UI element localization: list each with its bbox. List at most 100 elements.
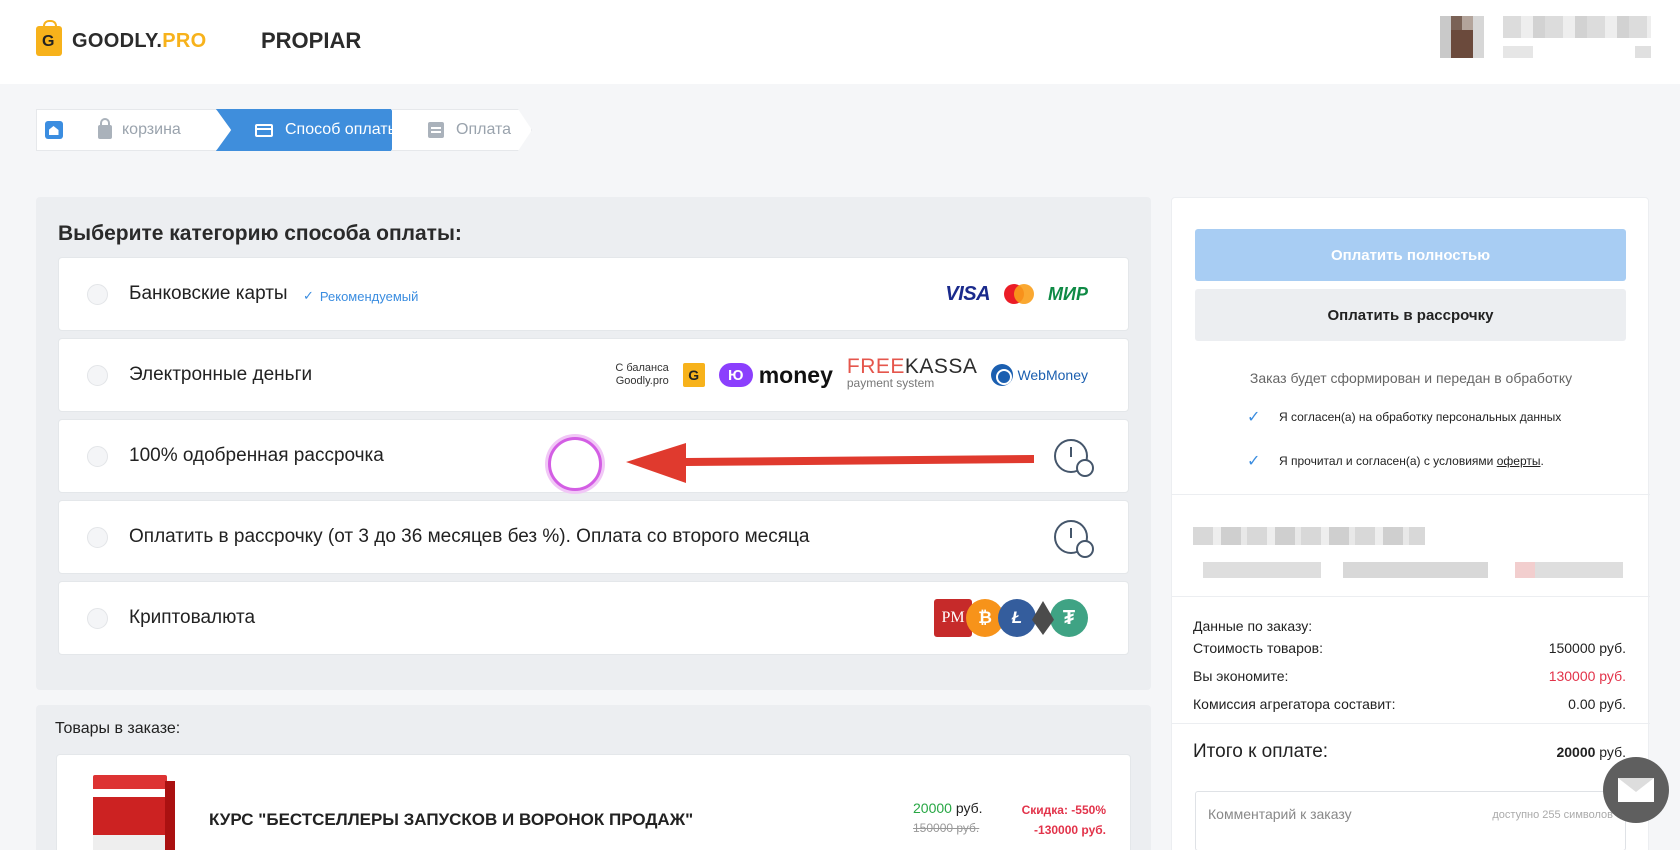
freekassa-subtitle: payment system <box>846 376 935 390</box>
product-card: КУРС "БЕСТСЕЛЛЕРЫ ЗАПУСКОВ И ВОРОНОК ПРО… <box>56 754 1131 850</box>
radio-installment-36[interactable] <box>87 527 108 548</box>
yoomoney-logo: Юmoney <box>718 362 833 389</box>
agree-offer-suffix: . <box>1540 454 1544 468</box>
total-row: Итого к оплате: 20000 руб. <box>1193 741 1626 763</box>
agree-offer-prefix: Я прочитал и согласен(а) с условиями <box>1279 454 1497 468</box>
option-label: Оплатить в рассрочку (от 3 до 36 месяцев… <box>129 526 810 547</box>
order-comment-field[interactable]: Комментарий к заказу доступно 255 символ… <box>1195 791 1626 850</box>
brand-name: PROPIAR <box>261 28 362 53</box>
total-amount: 20000 <box>1556 744 1596 760</box>
order-note: Заказ будет сформирован и передан в обра… <box>1249 370 1573 386</box>
checkout-breadcrumb: корзина Способ оплаты Оплата <box>36 109 532 151</box>
yoo-mark: Ю <box>718 363 753 387</box>
product-price-value: 20000 <box>913 800 952 816</box>
option-label: 100% одобренная рассрочка <box>129 445 384 466</box>
user-avatar[interactable] <box>1440 16 1484 58</box>
crypto-logos: PM ₿ Ł ₮ <box>934 582 1088 654</box>
total-value: 20000 руб. <box>1556 744 1626 760</box>
breadcrumb-payment[interactable]: Оплата <box>392 109 532 151</box>
click-indicator-circle <box>548 437 602 491</box>
payment-option-bank-cards[interactable]: Банковские карты ✓ Рекомендуемый VISA МИР <box>58 257 1129 331</box>
total-label: Итого к оплате: <box>1193 741 1329 762</box>
checkbox-check-icon[interactable]: ✓ <box>1247 451 1261 471</box>
radio-crypto[interactable] <box>87 608 108 629</box>
invoice-icon <box>428 122 444 138</box>
mir-logo: МИР <box>1048 283 1088 304</box>
product-price-currency: руб. <box>951 800 983 816</box>
savings-amount: 130000 <box>1548 668 1596 684</box>
user-subtitle-blurred <box>1503 46 1651 58</box>
pay-full-button[interactable]: Оплатить полностью <box>1195 229 1626 281</box>
agree-personal-label: Я согласен(а) на обработку персональных … <box>1279 410 1562 424</box>
comment-placeholder: Комментарий к заказу <box>1208 806 1352 822</box>
cart-bag-icon <box>98 118 112 139</box>
products-title: Товары в заказе: <box>55 720 181 737</box>
customer-name-blurred <box>1193 527 1425 545</box>
offer-link[interactable]: оферты <box>1497 454 1541 468</box>
payment-option-crypto[interactable]: Криптовалюта PM ₿ Ł ₮ <box>58 581 1129 655</box>
user-name-blurred[interactable] <box>1503 16 1651 38</box>
mail-icon <box>1618 778 1654 802</box>
commission-value: 0.00 руб. <box>1568 696 1626 712</box>
option-label: Электронные деньги <box>129 364 313 385</box>
commission-row: Комиссия агрегатора составит: 0.00 руб. <box>1193 696 1626 712</box>
webmoney-text: WebMoney <box>1017 367 1088 383</box>
logo-bag-icon: G <box>36 20 62 56</box>
logo-text: GOODLY.PRO <box>72 30 207 53</box>
e-money-logos: С баланса Goodly.pro G Юmoney FREEKASSA pa… <box>615 339 1088 411</box>
radio-approved-installment[interactable] <box>87 446 108 467</box>
home-icon <box>44 121 63 139</box>
breadcrumb-payment-method-label: Способ оплаты <box>285 121 400 138</box>
freekassa-logo: FREEKASSA payment system <box>846 356 978 391</box>
mastercard-logo <box>1004 284 1035 304</box>
goodly-g-icon: G <box>682 363 705 387</box>
product-old-price: 150000 руб. <box>913 821 980 835</box>
goods-cost-value: 150000 руб. <box>1548 640 1626 656</box>
breadcrumb-cart-label: корзина <box>122 121 181 138</box>
pay-installments-button[interactable]: Оплатить в рассрочку <box>1195 289 1626 341</box>
webmoney-logo: WebMoney <box>991 364 1088 386</box>
logo-main: GOODLY. <box>72 29 163 52</box>
goodly-balance-text: С баланса Goodly.pro <box>615 362 668 388</box>
breadcrumb-payment-method[interactable]: Способ оплаты <box>216 109 406 151</box>
discount-percent: Скидка: -550% <box>1021 803 1106 817</box>
payment-option-installment-36[interactable]: Оплатить в рассрочку (от 3 до 36 месяцев… <box>58 500 1129 574</box>
option-label: Банковские карты <box>129 283 288 304</box>
goods-cost-row: Стоимость товаров: 150000 руб. <box>1193 640 1626 656</box>
agree-personal-data[interactable]: ✓ Я согласен(а) на обработку персональны… <box>1247 407 1561 427</box>
installment-logos <box>1054 420 1094 492</box>
customer-contacts-blurred <box>1203 562 1623 578</box>
savings-label: Вы экономите: <box>1193 668 1289 684</box>
divider <box>1172 596 1650 597</box>
agree-offer-label: Я прочитал и согласен(а) с условиями офе… <box>1279 454 1544 468</box>
goodly-logo[interactable]: G GOODLY.PRO <box>36 20 207 56</box>
checkbox-check-icon[interactable]: ✓ <box>1247 407 1261 427</box>
wallet-icon <box>255 123 273 137</box>
savings-currency: руб. <box>1595 668 1626 684</box>
discount-amount: -130000 руб. <box>1034 823 1106 837</box>
breadcrumb-cart[interactable]: корзина <box>70 109 230 151</box>
total-currency: руб. <box>1595 744 1626 760</box>
order-products-panel: Товары в заказе: КУРС "БЕСТСЕЛЛЕРЫ ЗАПУС… <box>36 705 1151 850</box>
logo-letter: G <box>42 33 55 50</box>
tether-icon: ₮ <box>1050 599 1088 637</box>
visa-logo: VISA <box>945 282 991 305</box>
breadcrumb-home[interactable] <box>36 109 70 151</box>
check-icon: ✓ <box>303 288 314 303</box>
installment-clock-icon <box>1054 439 1094 477</box>
chat-mail-button[interactable] <box>1603 757 1669 823</box>
product-cover-image <box>93 775 175 850</box>
savings-row: Вы экономите: 130000 руб. <box>1193 668 1626 684</box>
breadcrumb-payment-label: Оплата <box>456 121 512 138</box>
top-header: G GOODLY.PRO PROPIAR <box>0 0 1680 84</box>
radio-bank-cards[interactable] <box>87 284 108 305</box>
radio-e-money[interactable] <box>87 365 108 386</box>
installment-clock-icon <box>1054 520 1094 558</box>
payment-category-title: Выберите категорию способа оплаты: <box>58 222 462 245</box>
webmoney-globe-icon <box>991 364 1014 386</box>
recommended-label: Рекомендуемый <box>319 288 419 304</box>
goodly-balance-line1: С баланса <box>615 362 669 374</box>
payment-option-e-money[interactable]: Электронные деньги С баланса Goodly.pro G… <box>58 338 1129 412</box>
ethereum-icon <box>1030 599 1056 637</box>
agree-offer[interactable]: ✓ Я прочитал и согласен(а) с условиями о… <box>1247 451 1544 471</box>
